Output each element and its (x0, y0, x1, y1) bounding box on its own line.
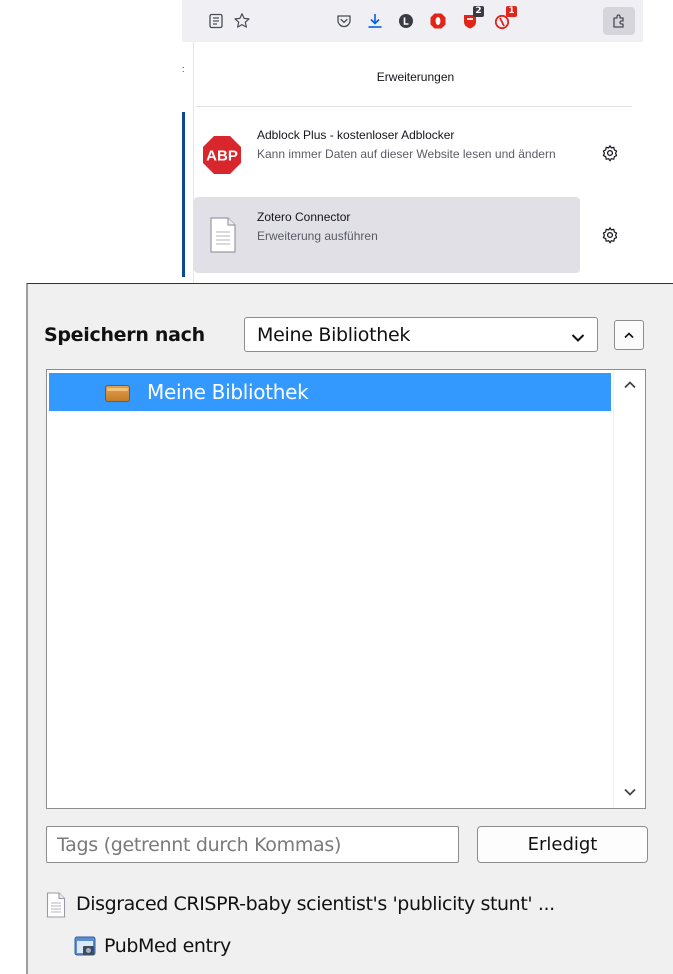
collapse-tree-button[interactable] (614, 320, 644, 350)
chevron-down-icon (571, 330, 585, 348)
tree-scrollbar[interactable] (613, 370, 645, 808)
library-select-value: Meine Bibliothek (257, 324, 411, 346)
done-button[interactable]: Erledigt (477, 826, 648, 863)
reader-view-icon[interactable] (204, 9, 228, 33)
extension-name: Zotero Connector (257, 210, 351, 224)
extension-description: Kann immer Daten auf dieser Website lese… (257, 147, 556, 161)
tree-item-label: Meine Bibliothek (147, 380, 309, 404)
gear-icon[interactable] (600, 225, 620, 245)
scroll-up-arrow-icon[interactable] (623, 378, 637, 392)
svg-text:ABP: ABP (206, 148, 238, 165)
chevron-up-icon (624, 332, 634, 339)
gear-icon[interactable] (600, 143, 620, 163)
page-text-fragment: : (182, 64, 185, 74)
extension-item-zotero-connector[interactable]: Zotero Connector Erweiterung ausführen (194, 197, 580, 273)
extension-item-adblock-plus[interactable]: ABP Adblock Plus - kostenloser Adblocker… (194, 115, 580, 191)
collection-tree: Meine Bibliothek (46, 369, 646, 809)
tags-input[interactable] (46, 826, 459, 863)
document-icon (209, 217, 237, 253)
document-icon (46, 892, 66, 918)
shield-extension-icon[interactable]: 2 (458, 6, 484, 33)
adblock-plus-icon: ABP (202, 135, 242, 175)
page-accent-rule (182, 112, 185, 277)
saved-item-row: PubMed entry (74, 932, 374, 962)
scroll-down-arrow-icon[interactable] (623, 785, 637, 799)
red-o-extension-icon[interactable] (426, 9, 450, 33)
extension-badge: 1 (506, 6, 517, 17)
extensions-panel-title: Erweiterungen (376, 70, 455, 84)
dark-l-extension-icon[interactable] (394, 9, 418, 33)
extension-badge: 2 (473, 6, 484, 17)
red-extension-icon[interactable]: 1 (491, 6, 517, 33)
pocket-icon[interactable] (332, 9, 356, 33)
extension-description: Erweiterung ausführen (257, 229, 378, 243)
library-select[interactable]: Meine Bibliothek (244, 317, 598, 352)
screenshot-stage: 2 1 : Erweiterungen ABP Adblock Plus - k… (0, 0, 673, 974)
library-folder-icon (105, 385, 130, 402)
web-page-edge: : (182, 42, 194, 282)
downloads-icon[interactable] (363, 9, 387, 33)
webpage-snapshot-icon (74, 935, 96, 957)
tree-item-my-library[interactable]: Meine Bibliothek (49, 373, 611, 411)
extensions-puzzle-icon[interactable] (603, 7, 635, 35)
saved-item-title: Disgraced CRISPR-baby scientist's 'publi… (76, 893, 555, 915)
extensions-panel: Erweiterungen ABP Adblock Plus - kostenl… (194, 42, 643, 282)
save-to-label: Speichern nach (44, 324, 205, 346)
saved-item-row: Disgraced CRISPR-baby scientist's 'publi… (46, 890, 656, 920)
divider (196, 106, 632, 107)
zotero-save-dialog: Speichern nach Meine Bibliothek Meine Bi… (26, 283, 673, 974)
extension-name: Adblock Plus - kostenloser Adblocker (257, 128, 455, 142)
bookmark-star-icon[interactable] (230, 9, 254, 33)
saved-item-title: PubMed entry (104, 935, 231, 957)
browser-toolbar: 2 1 (182, 0, 643, 42)
